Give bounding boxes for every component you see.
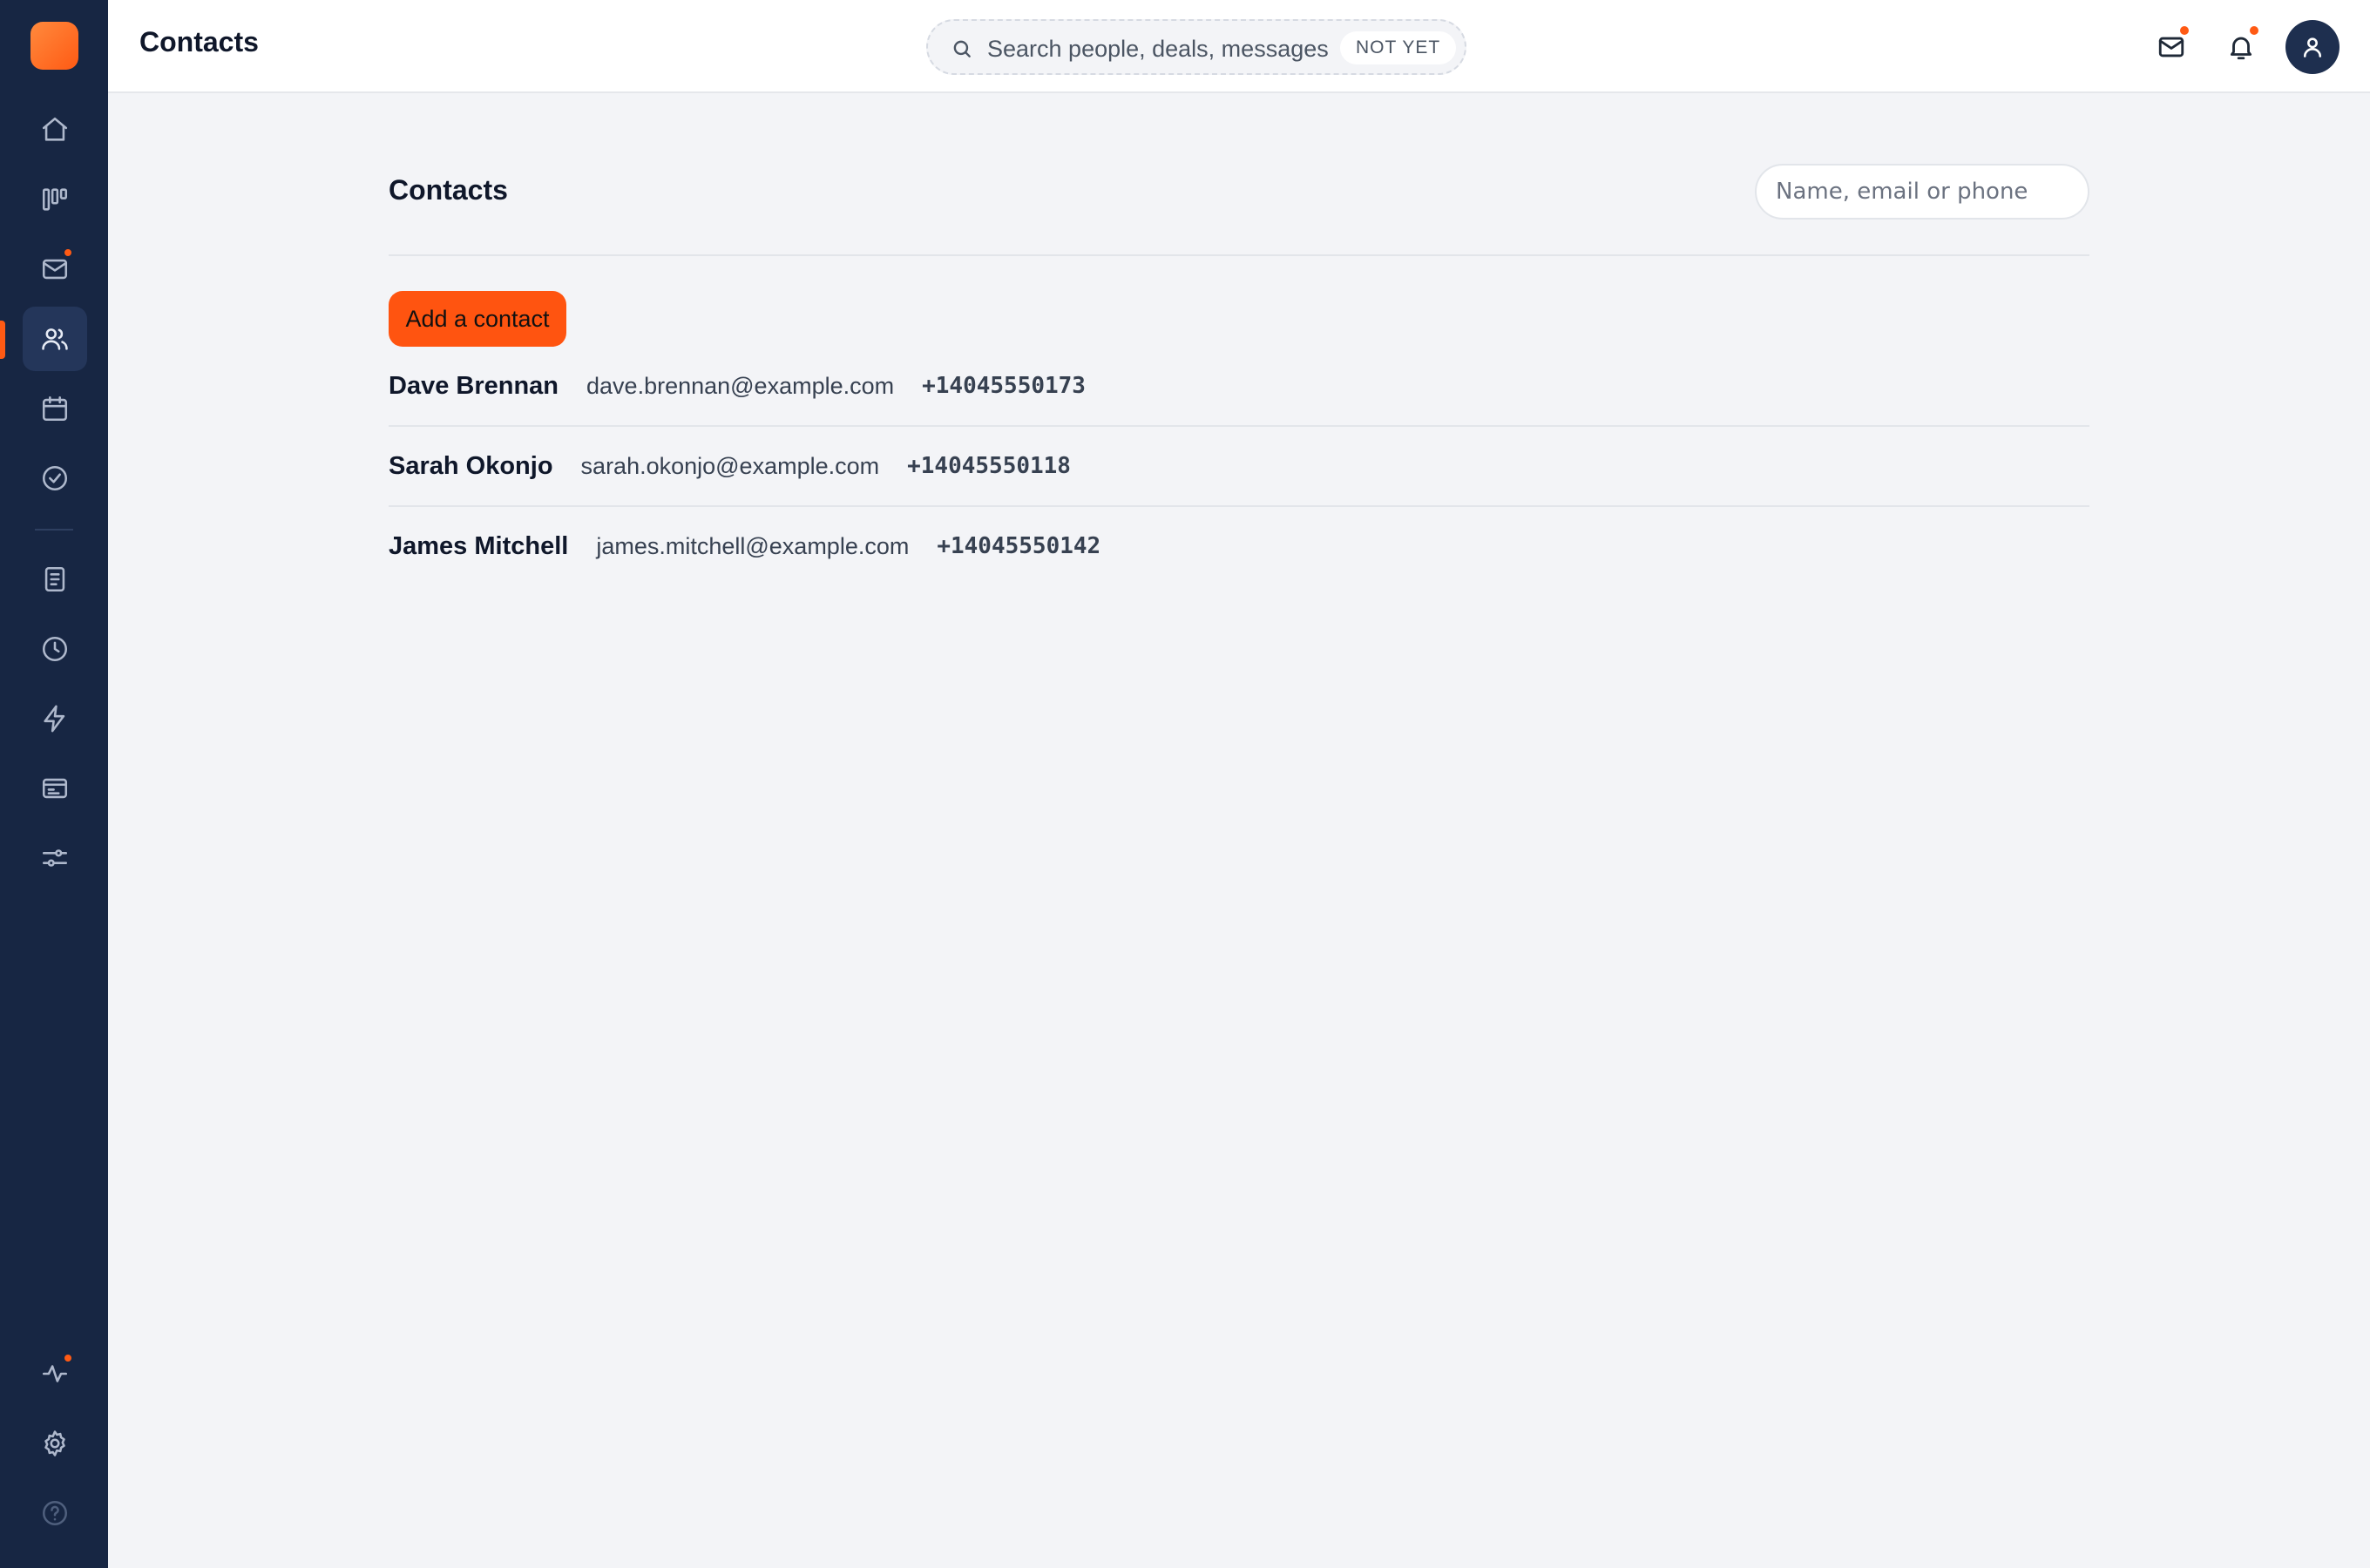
sidebar-item-calendar[interactable] [23,376,87,441]
card-icon [42,778,68,799]
contact-name: James Mitchell [389,531,569,560]
messages-notification-dot [2178,24,2191,37]
header-divider [389,254,2089,256]
sidebar [0,0,108,1568]
search-icon [951,37,973,60]
user-avatar[interactable] [2285,20,2340,74]
sidebar-item-billing[interactable] [23,756,87,821]
contact-phone: +14045550142 [937,533,1101,559]
sidebar-item-documents[interactable] [23,547,87,612]
lightning-icon [44,705,65,733]
activity-notification-dot [63,1353,73,1363]
gear-icon [44,1430,65,1456]
contact-phone: +14045550118 [907,453,1071,479]
contact-email: dave.brennan@example.com [586,372,895,399]
sidebar-item-activity[interactable] [23,1342,87,1406]
contact-row[interactable]: James Mitchell james.mitchell@example.co… [389,506,2089,586]
not-yet-badge: NOT YET [1340,31,1457,64]
activity-icon [42,1365,68,1382]
mail-icon [2158,37,2184,57]
add-contact-button[interactable]: Add a contact [389,291,566,347]
app-logo[interactable] [30,22,78,70]
page-title: Contacts [389,174,508,206]
kanban-icon [42,188,68,211]
sidebar-item-tasks[interactable] [23,446,87,510]
sidebar-item-home[interactable] [23,98,87,162]
app-title: Contacts [139,26,259,57]
top-bar: Contacts Search people, deals, messages … [108,0,2370,93]
contact-phone: +14045550173 [922,373,1086,399]
home-icon [42,117,68,141]
sidebar-item-help[interactable] [23,1481,87,1545]
user-avatar-icon [2303,37,2322,57]
sidebar-item-inbox[interactable] [23,237,87,301]
global-search-placeholder: Search people, deals, messages [987,36,1329,62]
contact-name: Dave Brennan [389,371,559,400]
help-icon [42,1500,68,1526]
bell-icon [2230,37,2252,60]
active-indicator [0,321,5,359]
sidebar-divider [35,529,73,531]
contact-row[interactable]: Dave Brennan dave.brennan@example.com +1… [389,346,2089,426]
sidebar-item-contacts[interactable] [23,307,87,371]
sidebar-item-history[interactable] [23,617,87,681]
contact-email: sarah.okonjo@example.com [580,452,880,479]
contact-name: Sarah Okonjo [389,451,553,480]
inbox-notification-dot [63,247,73,258]
check-circle-icon [42,465,68,491]
clock-icon [42,636,68,662]
sidebar-item-pipeline[interactable] [23,167,87,232]
notifications-dot [2248,24,2260,37]
contact-email: james.mitchell@example.com [596,532,910,559]
sidebar-item-automations[interactable] [23,686,87,751]
contact-row[interactable]: Sarah Okonjo sarah.okonjo@example.com +1… [389,426,2089,506]
calendar-icon [42,395,68,422]
contact-search-input[interactable] [1755,164,2089,220]
mail-icon [42,259,68,280]
users-icon [42,328,68,350]
document-icon [44,566,65,592]
sliders-icon [42,849,68,867]
sidebar-item-settings[interactable] [23,1411,87,1476]
sidebar-item-filters[interactable] [23,826,87,890]
global-search[interactable]: Search people, deals, messages NOT YET [926,19,1466,75]
